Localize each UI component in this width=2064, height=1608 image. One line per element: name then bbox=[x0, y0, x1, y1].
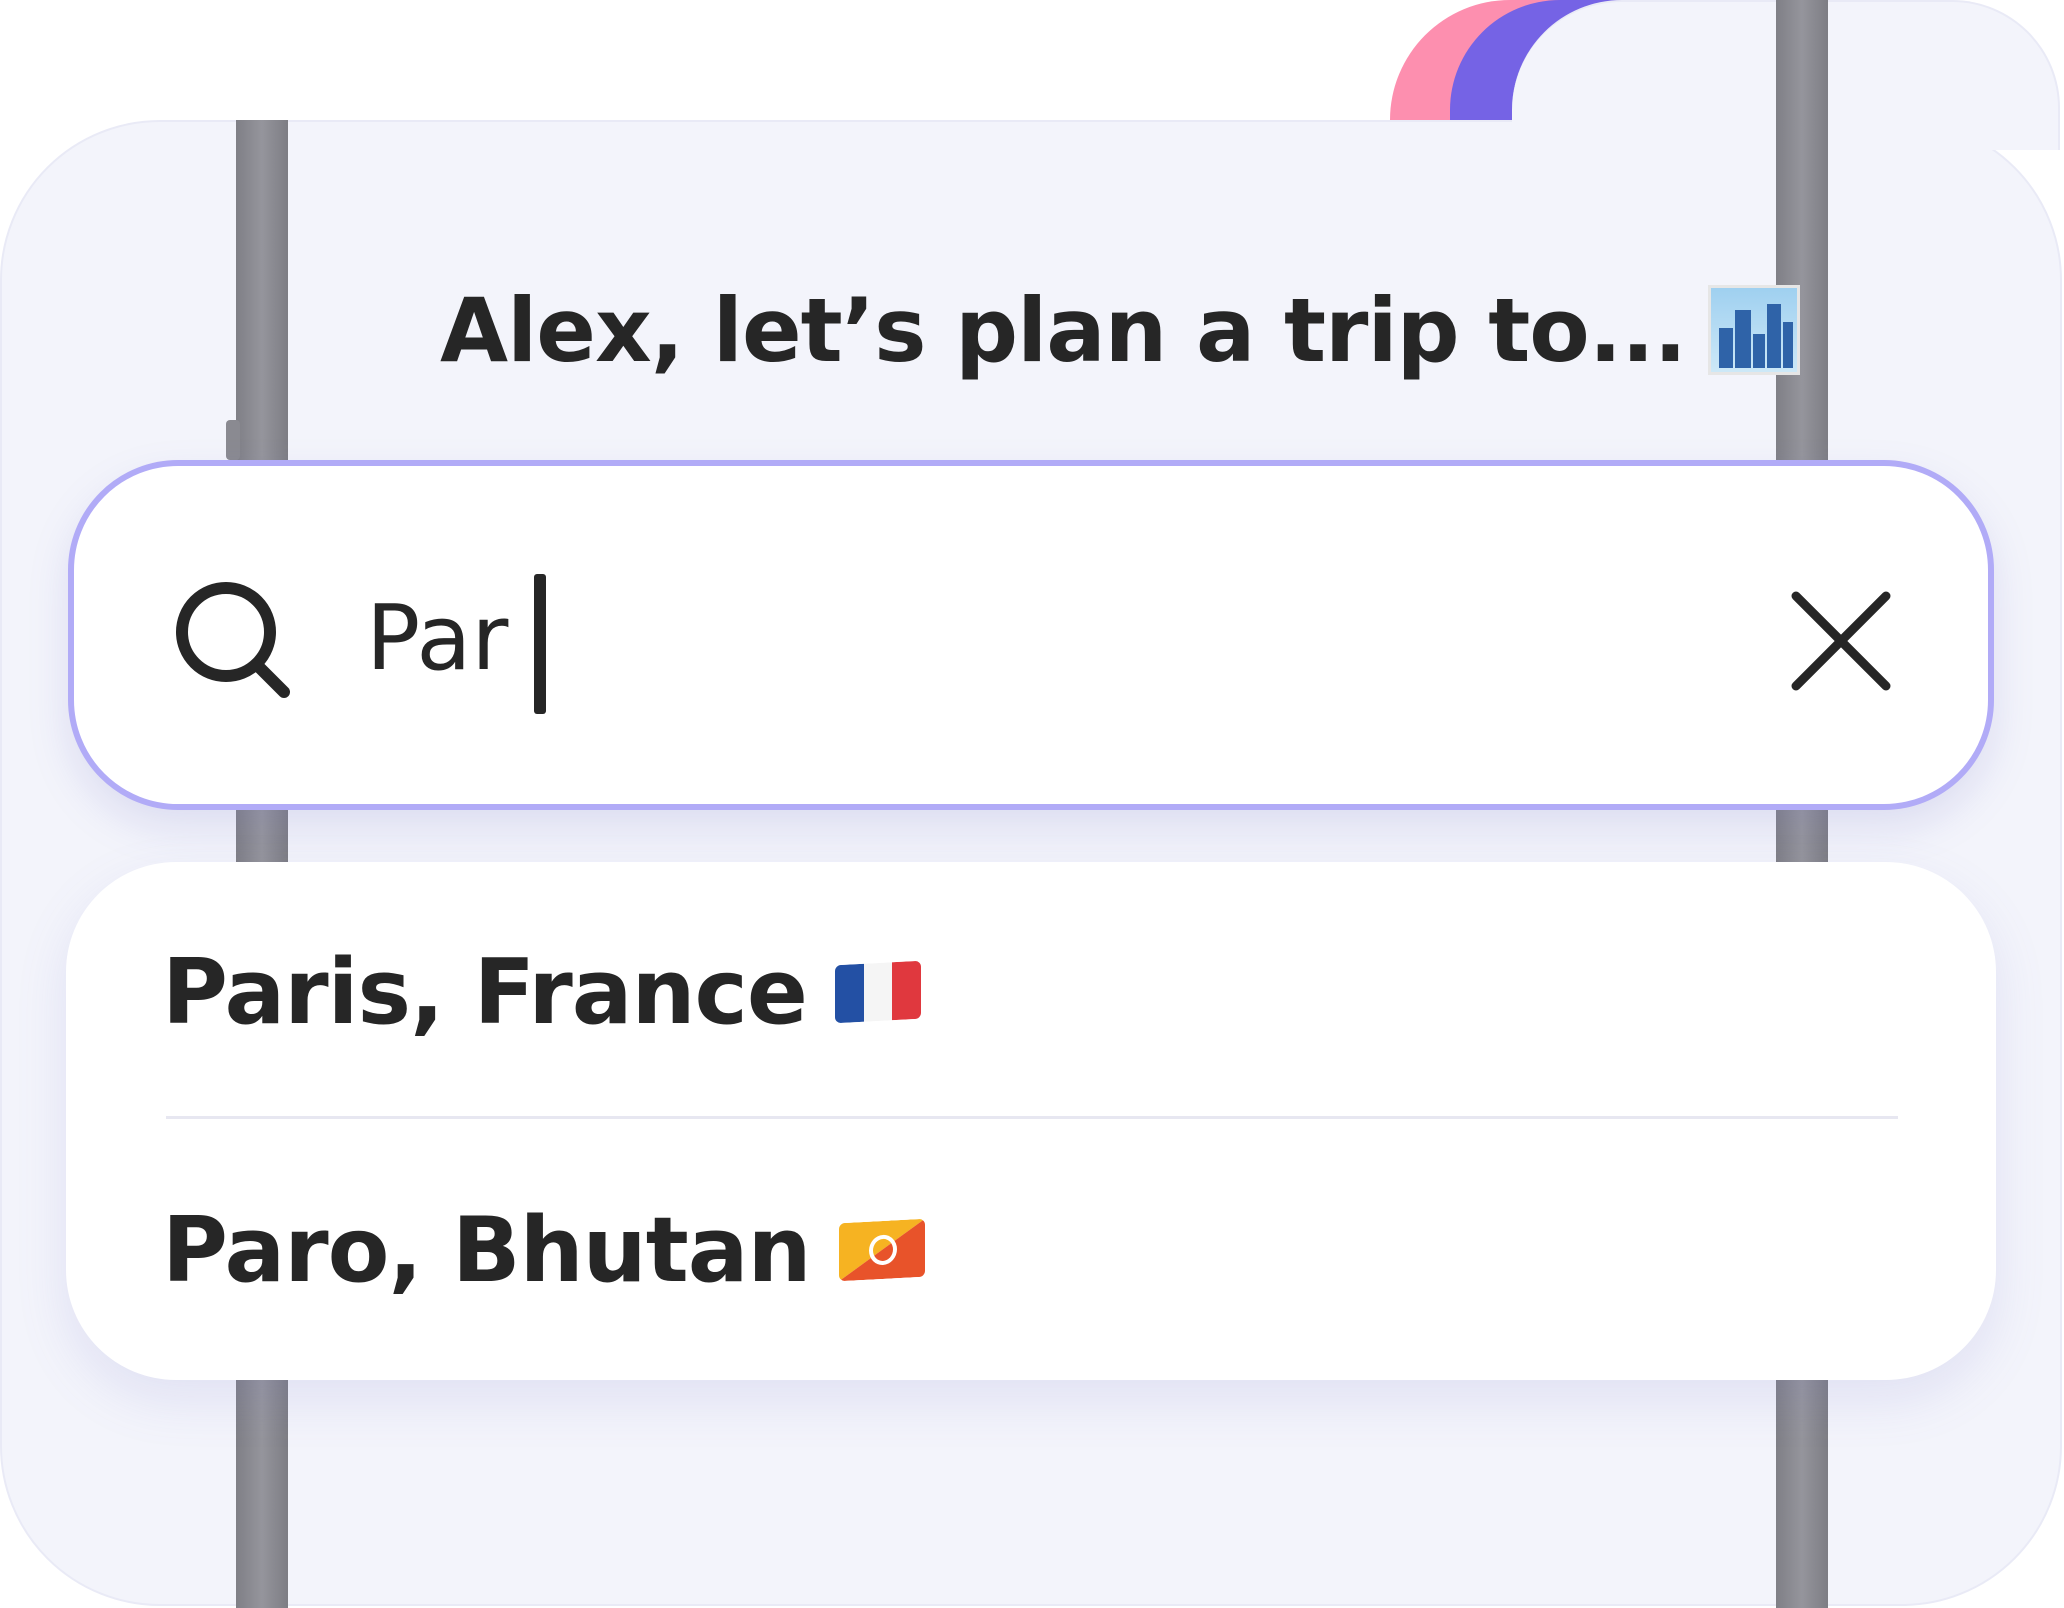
close-icon[interactable] bbox=[1786, 586, 1896, 696]
search-results-list: Paris, France Paro, Bhutan bbox=[66, 862, 1996, 1380]
search-bar[interactable]: Par bbox=[68, 460, 1994, 810]
text-caret bbox=[534, 574, 546, 714]
france-flag-icon bbox=[834, 960, 921, 1024]
result-label: Paris, France bbox=[162, 939, 808, 1045]
phone-side-button bbox=[226, 420, 240, 460]
bhutan-flag-icon bbox=[839, 1219, 925, 1282]
result-item-paris[interactable]: Paris, France bbox=[162, 922, 921, 1062]
cityscape-icon bbox=[1708, 285, 1801, 375]
result-label: Paro, Bhutan bbox=[162, 1197, 812, 1303]
result-item-paro[interactable]: Paro, Bhutan bbox=[162, 1180, 925, 1320]
search-input[interactable]: Par bbox=[366, 584, 508, 694]
divider bbox=[166, 1116, 1898, 1119]
search-icon bbox=[176, 582, 290, 698]
page-title: Alex, let’s plan a trip to... bbox=[440, 270, 1840, 390]
page-title-text: Alex, let’s plan a trip to... bbox=[440, 278, 1687, 382]
